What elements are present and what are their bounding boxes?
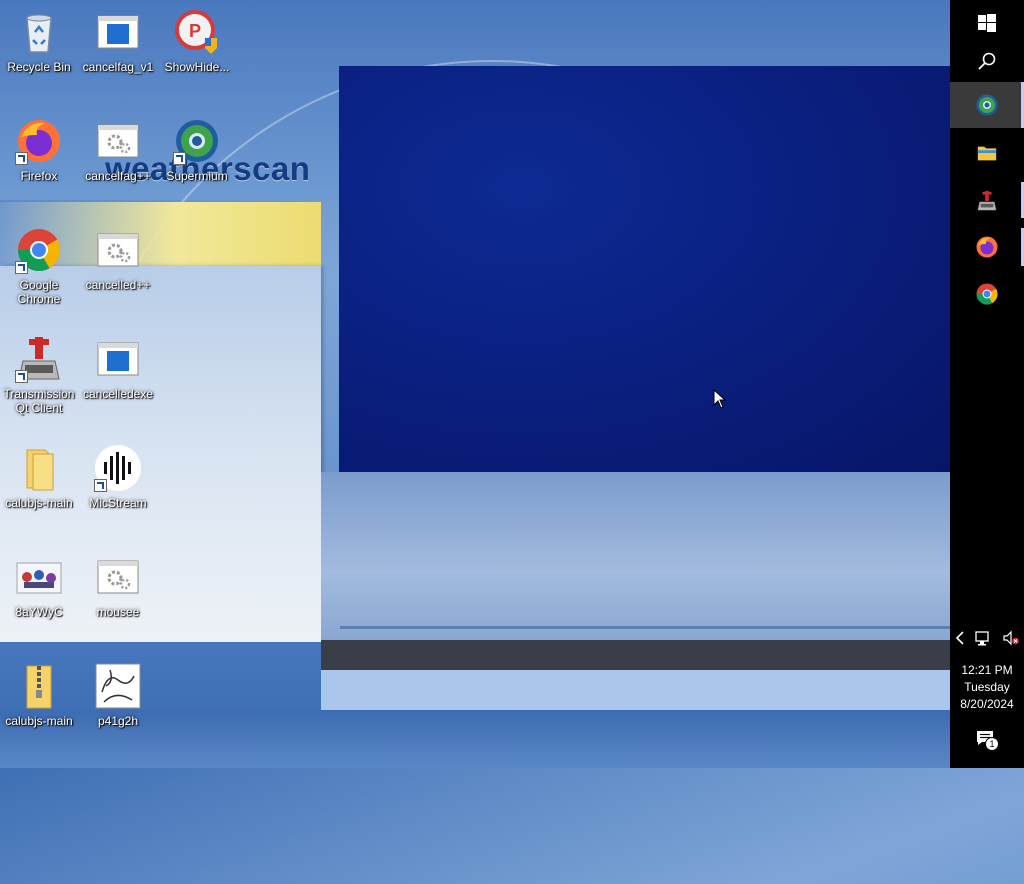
desktop-icon-label: calubjs-main [5, 714, 73, 728]
desktop-icon-label: mousee [96, 605, 140, 619]
taskbar-clock[interactable]: 12:21 PM Tuesday 8/20/2024 [950, 662, 1024, 713]
desktop-icon-label: ShowHide... [164, 60, 230, 74]
search-icon [978, 52, 996, 70]
desktop-icon-label: Transmission Qt Client [3, 387, 75, 415]
chrome-icon [15, 226, 63, 274]
clock-day: Tuesday [964, 680, 1010, 694]
transmission-icon [15, 335, 63, 383]
shortcut-arrow-icon [15, 261, 28, 274]
desktop-icon-label: cancelfag++ [85, 169, 151, 183]
desktop-icon-label: Recycle Bin [7, 60, 71, 74]
svg-text:P: P [189, 21, 201, 41]
firefox-icon [976, 236, 998, 258]
sketch-image-icon [94, 662, 142, 710]
network-icon[interactable] [975, 630, 993, 646]
desktop-icon-showhide[interactable]: P ShowHide... [158, 8, 236, 74]
desktop-icon-label: cancelled++ [85, 278, 151, 292]
blank-app-window[interactable] [339, 66, 950, 472]
desktop-icon-calubjs-main-folder[interactable]: calubjs-main [0, 444, 78, 510]
desktop-icon-label: Firefox [20, 169, 58, 183]
desktop-icon-micstream[interactable]: MicStream [79, 444, 157, 510]
desktop-icon-firefox[interactable]: Firefox [0, 117, 78, 183]
micstream-icon [94, 444, 142, 492]
firefox-icon [15, 117, 63, 165]
desktop-icon-label: cancelfag_v1 [82, 60, 154, 74]
taskbar-app-supermium[interactable] [950, 82, 1024, 128]
desktop-icon-transmission[interactable]: Transmission Qt Client [0, 335, 78, 415]
desktop-icon-cancelfag-v1[interactable]: cancelfag_v1 [79, 8, 157, 74]
taskbar-app-chrome[interactable] [950, 271, 1024, 317]
desktop-icon-label: calubjs-main [5, 496, 73, 510]
desktop-icon-cancelled-pp[interactable]: cancelled++ [79, 226, 157, 292]
desktop-icon-supermium[interactable]: Supermium [158, 117, 236, 183]
clock-date: 8/20/2024 [960, 697, 1014, 711]
wallpaper-shelf-line [340, 626, 950, 629]
taskbar-app-firefox[interactable] [950, 224, 1024, 270]
settings-file-icon [94, 117, 142, 165]
chrome-icon [976, 283, 998, 305]
shortcut-arrow-icon [15, 152, 28, 165]
desktop-icon-label: MicStream [89, 496, 147, 510]
desktop-icon-label: Supermium [166, 169, 228, 183]
desktop-icon-p41g2h[interactable]: p41g2h [79, 662, 157, 728]
chevron-left-icon[interactable] [955, 631, 965, 645]
desktop-icon-label: Google Chrome [17, 278, 61, 306]
recycle-bin-icon [15, 8, 63, 56]
wallpaper-shelf [321, 472, 950, 640]
notification-count-badge: 1 [985, 737, 999, 751]
desktop-icon-mousee[interactable]: mousee [79, 553, 157, 619]
taskbar-app-transmission[interactable] [950, 178, 1024, 224]
supermium-icon [976, 94, 998, 116]
wallpaper-dark-bar [321, 640, 950, 670]
zip-folder-icon [15, 662, 63, 710]
settings-file-icon [94, 553, 142, 601]
desktop-icon-cancelfag-pp[interactable]: cancelfag++ [79, 117, 157, 183]
search-button[interactable] [950, 38, 1024, 84]
wallpaper-light-bar [321, 670, 950, 710]
shortcut-arrow-icon [94, 479, 107, 492]
action-center-button[interactable]: 1 [950, 726, 1024, 756]
shortcut-arrow-icon [15, 370, 28, 383]
taskbar-app-file-explorer[interactable] [950, 130, 1024, 176]
window-app-icon [94, 8, 142, 56]
shortcut-arrow-icon [173, 152, 186, 165]
desktop-icon-8aywyc[interactable]: 8aYWyC [0, 553, 78, 619]
desktop-icon-recycle-bin[interactable]: Recycle Bin [0, 8, 78, 74]
transmission-icon [977, 190, 997, 211]
desktop-icon-label: cancelledexe [82, 387, 154, 401]
windows-start-icon [978, 14, 996, 32]
desktop-icon-cancelledexe[interactable]: cancelledexe [79, 335, 157, 401]
image-thumbnail-icon [15, 553, 63, 601]
supermium-icon [173, 117, 221, 165]
desktop-icon-google-chrome[interactable]: Google Chrome [0, 226, 78, 306]
desktop-icon-label: 8aYWyC [15, 605, 63, 619]
window-app-icon [94, 335, 142, 383]
desktop-icon-calubjs-main-zip[interactable]: calubjs-main [0, 662, 78, 728]
clock-time: 12:21 PM [961, 663, 1013, 677]
folder-icon [977, 146, 997, 161]
folder-icon [15, 444, 63, 492]
showhide-icon: P [173, 8, 221, 56]
taskbar: 12:21 PM Tuesday 8/20/2024 1 [950, 0, 1024, 768]
volume-muted-icon[interactable] [1003, 630, 1019, 646]
system-tray [950, 626, 1024, 650]
settings-file-icon [94, 226, 142, 274]
mouse-cursor-icon [713, 389, 727, 409]
desktop-icon-label: p41g2h [97, 714, 139, 728]
